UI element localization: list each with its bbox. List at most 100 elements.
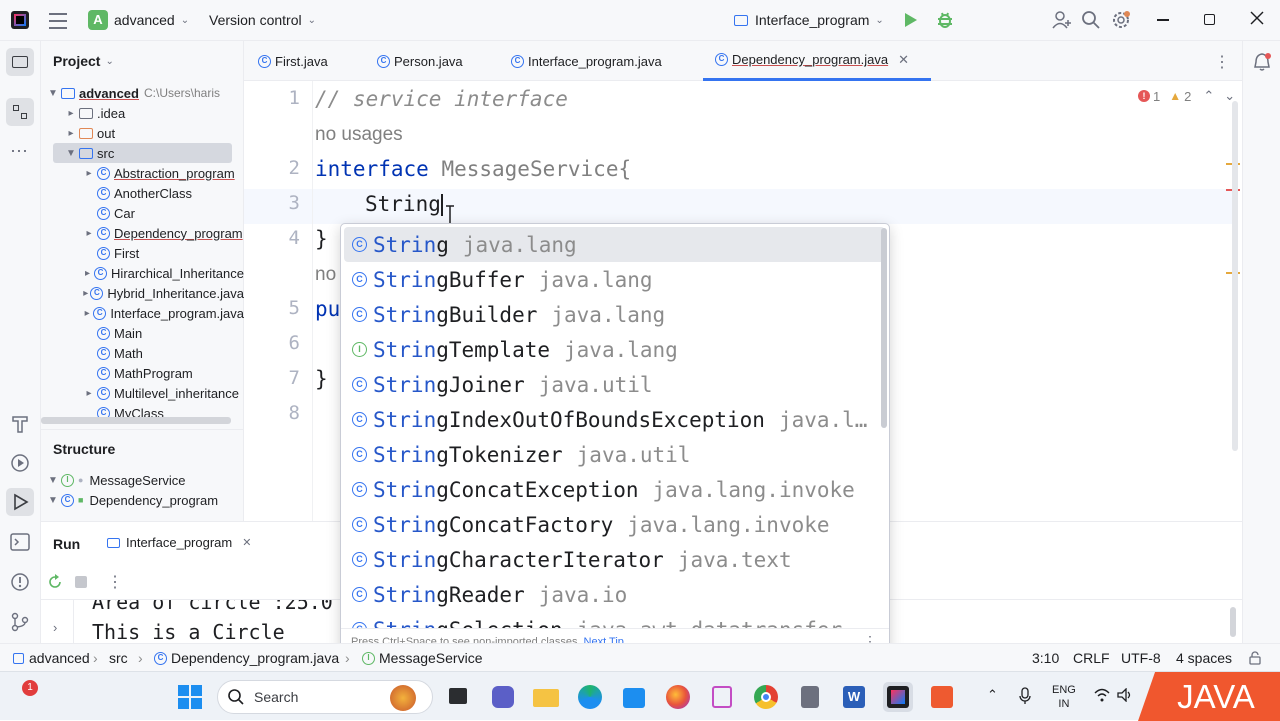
more-options-icon[interactable]: ⋮ [107,572,123,592]
tree-item-class[interactable]: ▸ C Dependency_program [41,223,244,243]
git-icon[interactable] [10,612,30,632]
run-config-widget[interactable]: Interface_program ⌄ [734,12,884,28]
vcs-widget[interactable]: Version control ⌄ [209,12,316,28]
tree-item-class[interactable]: C Main [41,323,244,343]
tree-item-class[interactable]: ▸ C Abstraction_program [41,163,244,183]
tab-options-icon[interactable]: ⋮ [1214,52,1230,72]
completion-item[interactable]: C Strin gConcatException java.lang.invoke [344,472,885,507]
microphone-icon[interactable] [1019,687,1031,705]
chevron-up-icon[interactable]: ⌃ [1203,88,1214,104]
tree-item-class[interactable]: C First [41,243,244,263]
stop-icon[interactable] [75,576,87,588]
indent-setting[interactable]: 4 spaces [1176,644,1232,672]
breadcrumb-symbol[interactable]: I MessageService [362,644,483,672]
lock-icon[interactable] [1248,651,1262,665]
edge-icon[interactable] [575,682,605,712]
calculator-icon[interactable] [795,682,825,712]
services-icon[interactable] [10,453,30,473]
structure-item-class[interactable]: ▼ C ■ Dependency_program [41,490,244,510]
word-icon[interactable]: W [839,682,869,712]
chevron-right-icon[interactable]: ▸ [63,128,79,139]
close-tab-icon[interactable]: ✕ [242,536,251,549]
tab-interface-program-java[interactable]: C Interface_program.java [511,41,662,81]
store-icon[interactable] [619,682,649,712]
chevron-right-icon[interactable]: ▸ [81,268,94,279]
project-tool-icon[interactable] [6,48,34,76]
rerun-icon[interactable] [47,574,63,590]
completion-item[interactable]: C Strin gCharacterIterator java.text [344,542,885,577]
close-tab-icon[interactable]: ✕ [898,52,909,68]
completion-item[interactable]: C Strin gTokenizer java.util [344,437,885,472]
completion-item[interactable]: C Strin gIndexOutOfBoundsException java.l… [344,402,885,437]
chevron-right-icon[interactable]: ▸ [81,288,90,299]
notification-badge[interactable]: 1 [22,680,38,696]
intellij-taskbar-icon[interactable] [883,682,913,712]
editor-scrollbar[interactable] [1232,101,1238,451]
start-icon[interactable] [178,685,202,709]
task-view-icon[interactable] [445,682,475,712]
tree-item-module[interactable]: ▼ advanced C:\Users\haris [41,83,244,103]
tree-item-folder-selected[interactable]: ▼ src [53,143,232,163]
chevron-down-icon[interactable]: ▼ [63,148,79,159]
firefox-icon[interactable] [663,682,693,712]
tree-item-class[interactable]: ▸ C Interface_program.java [41,303,244,323]
main-menu-icon[interactable] [49,12,67,29]
chevron-right-icon[interactable]: ▸ [81,308,93,319]
completion-item[interactable]: C Strin gBuilder java.lang [344,297,885,332]
tree-item-class[interactable]: C Car [41,203,244,223]
wifi-icon[interactable] [1094,688,1110,702]
chevron-up-icon[interactable]: ⌃ [987,687,998,703]
console-scrollbar[interactable] [1230,607,1236,637]
run-icon[interactable] [902,12,918,28]
chevron-down-icon[interactable]: ▼ [45,475,61,486]
search-icon[interactable] [1082,11,1100,29]
snipping-tool-icon[interactable] [707,682,737,712]
chevron-down-icon[interactable]: ▼ [45,495,61,506]
app-icon[interactable] [11,11,29,29]
project-widget[interactable]: A advanced ⌄ [88,10,189,30]
minimize-icon[interactable] [1157,19,1169,21]
tree-item-class[interactable]: ▸ C Multilevel_inheritance [41,383,244,403]
caret-position[interactable]: 3:10 [1032,644,1059,672]
tab-dependency-program-java[interactable]: C Dependency_program.java ✕ [703,41,931,81]
maximize-icon[interactable] [1204,14,1215,25]
breadcrumb-file[interactable]: C Dependency_program.java [154,644,339,672]
tab-first-java[interactable]: C First.java [258,41,328,81]
completion-item[interactable]: C Strin gJoiner java.util [344,367,885,402]
close-icon[interactable] [1250,11,1264,25]
file-encoding[interactable]: UTF-8 [1121,644,1161,672]
chrome-icon[interactable] [751,682,781,712]
horizontal-scrollbar[interactable] [41,417,231,424]
usages-hint[interactable]: no usages [315,124,403,146]
completion-item[interactable]: C Strin g java.lang [344,227,885,262]
expand-icon[interactable]: › [53,620,57,635]
completion-item[interactable]: C Strin gReader java.io [344,577,885,612]
chevron-right-icon[interactable]: ▸ [63,108,79,119]
debug-icon[interactable] [936,11,954,29]
problems-icon[interactable] [10,572,30,592]
tree-item-class[interactable]: ▸ C Hirarchical_Inheritance [41,263,244,283]
teams-icon[interactable] [488,682,518,712]
add-user-icon[interactable] [1052,11,1072,29]
completion-item[interactable]: C Strin gBuffer java.lang [344,262,885,297]
project-panel-header[interactable]: Project ⌄ [53,53,114,69]
structure-tool-icon[interactable] [6,98,34,126]
run-tab[interactable]: Interface_program ✕ [107,535,251,550]
tree-item-class[interactable]: ▸ C Hybrid_Inheritance.java [41,283,244,303]
build-icon[interactable] [10,414,30,434]
settings-icon[interactable] [1111,10,1131,30]
structure-item-interface[interactable]: ▼ I ● MessageService [41,470,244,490]
more-tools-icon[interactable]: ⋯ [10,141,29,162]
file-explorer-icon[interactable] [531,682,561,712]
run-tool-icon[interactable] [6,488,34,516]
breadcrumb-project[interactable]: advanced [13,644,90,672]
tree-item-folder[interactable]: ▸ out [41,123,244,143]
app-red-icon[interactable] [927,682,957,712]
chevron-right-icon[interactable]: ▸ [81,388,97,399]
completion-scrollbar[interactable] [881,228,887,428]
terminal-icon[interactable] [10,533,30,551]
chevron-down-icon[interactable]: ▼ [45,88,61,99]
breadcrumb-src[interactable]: src [109,644,128,672]
notifications-icon[interactable] [1253,52,1271,72]
tree-item-folder[interactable]: ▸ .idea [41,103,244,123]
